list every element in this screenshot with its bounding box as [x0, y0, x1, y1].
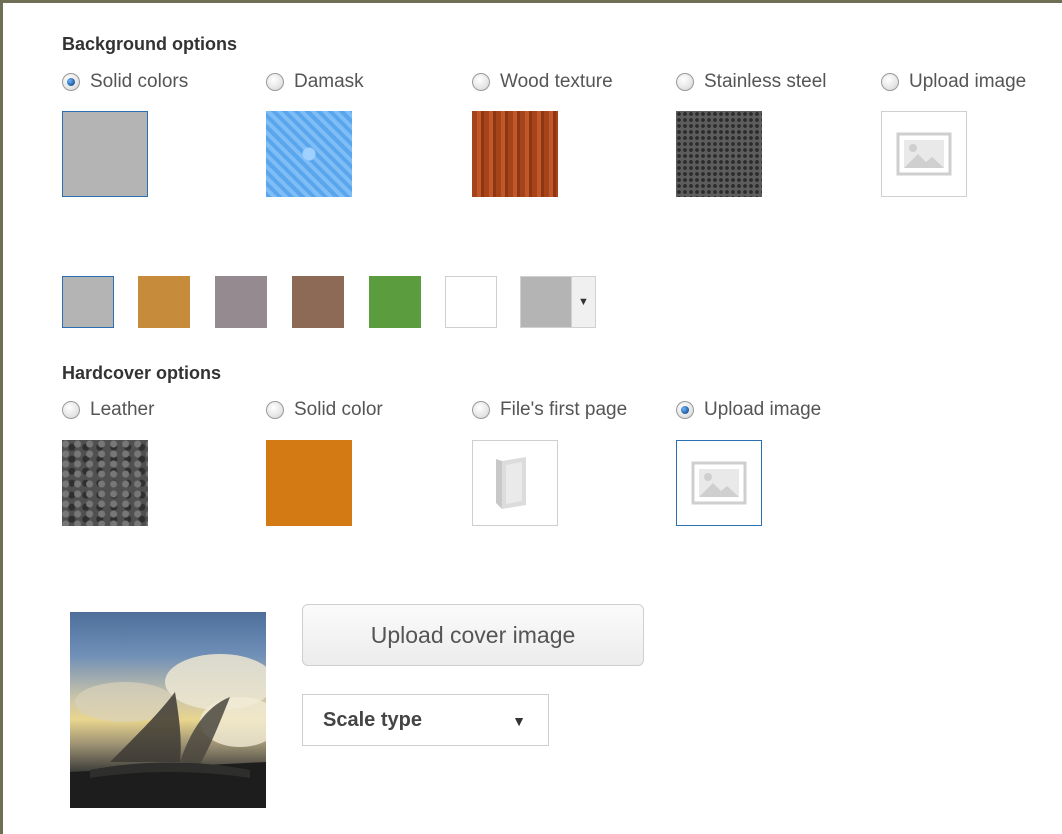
- hc-option-label: File's first page: [500, 399, 628, 420]
- custom-color-dropdown[interactable]: ▼: [520, 276, 596, 328]
- cover-image-preview: [70, 612, 266, 808]
- color-swatch[interactable]: [292, 276, 344, 328]
- book-icon: [496, 457, 526, 509]
- scale-type-select[interactable]: Scale type ▼: [302, 694, 549, 746]
- hardcover-options-title: Hardcover options: [62, 363, 222, 383]
- hc-option-label: Upload image: [704, 399, 822, 420]
- radio-selected-icon[interactable]: [62, 73, 80, 91]
- radio-icon[interactable]: [266, 401, 284, 419]
- hc-option-label: Leather: [90, 399, 155, 420]
- radio-icon[interactable]: [472, 73, 490, 91]
- background-options-title: Background options: [62, 34, 237, 54]
- custom-color-preview: [521, 277, 571, 327]
- color-swatch[interactable]: [369, 276, 421, 328]
- radio-icon[interactable]: [266, 73, 284, 91]
- bg-option-label: Damask: [294, 71, 364, 92]
- bg-option-label: Stainless steel: [704, 71, 827, 92]
- bg-thumb-wood-texture[interactable]: [472, 111, 558, 197]
- hc-option-label: Solid color: [294, 399, 383, 420]
- hc-option-leather[interactable]: Leather: [62, 398, 154, 422]
- color-swatch[interactable]: [138, 276, 190, 328]
- bg-option-wood-texture[interactable]: Wood texture: [472, 70, 613, 94]
- bg-option-damask[interactable]: Damask: [266, 70, 364, 94]
- hc-thumb-files-first-page[interactable]: [472, 440, 558, 526]
- hc-thumb-leather[interactable]: [62, 440, 148, 526]
- radio-icon[interactable]: [62, 401, 80, 419]
- hc-option-solid-color[interactable]: Solid color: [266, 398, 383, 422]
- bg-thumb-upload-image[interactable]: [881, 111, 967, 197]
- scale-type-label: Scale type: [323, 708, 422, 731]
- chevron-down-icon: ▼: [512, 713, 526, 729]
- image-placeholder-icon: [691, 461, 747, 505]
- caret-down-icon[interactable]: ▼: [571, 277, 595, 327]
- radio-selected-icon[interactable]: [676, 401, 694, 419]
- radio-icon[interactable]: [881, 73, 899, 91]
- bg-thumb-solid-colors[interactable]: [62, 111, 148, 197]
- upload-cover-image-button[interactable]: Upload cover image: [302, 604, 644, 666]
- bg-option-solid-colors[interactable]: Solid colors: [62, 70, 188, 94]
- bg-thumb-stainless-steel[interactable]: [676, 111, 762, 197]
- hc-thumb-solid-color[interactable]: [266, 440, 352, 526]
- bg-thumb-damask[interactable]: [266, 111, 352, 197]
- color-swatch[interactable]: [445, 276, 497, 328]
- bg-option-upload-image[interactable]: Upload image: [881, 70, 1026, 94]
- radio-icon[interactable]: [472, 401, 490, 419]
- hc-option-upload-image[interactable]: Upload image: [676, 398, 821, 422]
- bg-option-label: Wood texture: [500, 71, 613, 92]
- hc-option-files-first-page[interactable]: File's first page: [472, 398, 627, 422]
- color-swatch[interactable]: [215, 276, 267, 328]
- bg-option-stainless-steel[interactable]: Stainless steel: [676, 70, 827, 94]
- image-placeholder-icon: [896, 132, 952, 176]
- open-book-photo: [70, 654, 266, 808]
- bg-option-label: Upload image: [909, 71, 1027, 92]
- color-swatch[interactable]: [62, 276, 114, 328]
- hc-thumb-upload-image[interactable]: [676, 440, 762, 526]
- bg-option-label: Solid colors: [90, 71, 189, 92]
- radio-icon[interactable]: [676, 73, 694, 91]
